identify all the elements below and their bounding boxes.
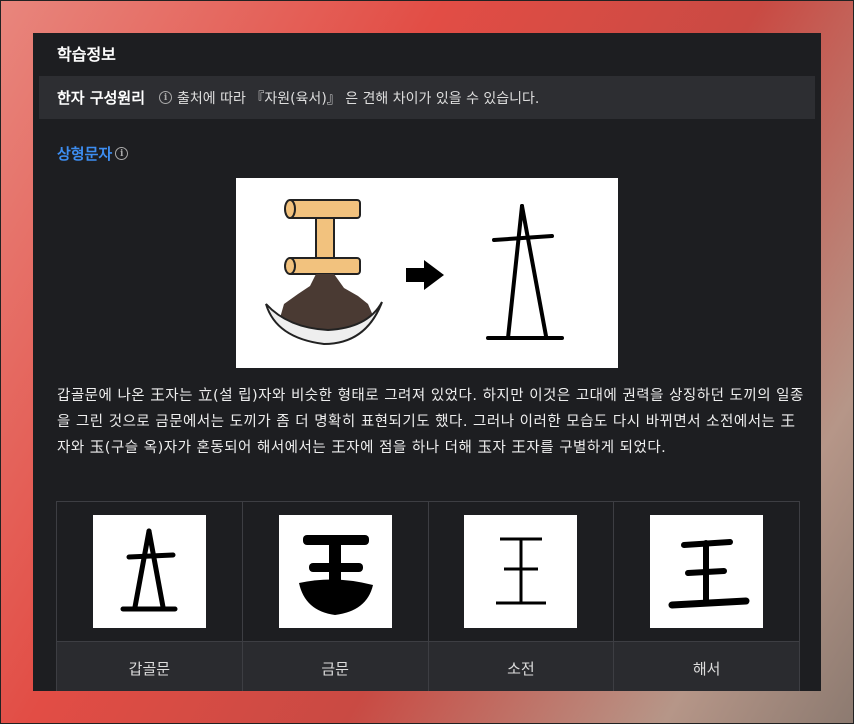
axe-illustration xyxy=(265,199,383,346)
oracle-glyph xyxy=(486,204,564,340)
description-text: 갑골문에 나온 王자는 立(설 립)자와 비슷한 형태로 그려져 있었다. 하지… xyxy=(57,388,804,456)
character-type-label: 상형문자 i xyxy=(57,143,129,164)
script-evolution-table: 갑골문 금문 소전 해서 xyxy=(56,501,800,691)
origin-illustration xyxy=(236,178,618,368)
learning-info-panel: 학습정보 한자 구성원리 i 출처에 따라 『자원(육서)』 은 견해 차이가 … xyxy=(33,33,821,691)
principle-note: 출처에 따라 『자원(육서)』 은 견해 차이가 있을 수 있습니다. xyxy=(177,90,540,107)
arrow-right-icon xyxy=(406,260,444,290)
script-cell-regular: 해서 xyxy=(614,502,799,691)
script-cell-oracle: 갑골문 xyxy=(57,502,243,691)
script-label: 소전 xyxy=(428,642,614,691)
seal-glyph-image xyxy=(464,515,578,628)
info-circle-icon[interactable]: i xyxy=(159,91,173,104)
section-title: 학습정보 xyxy=(57,45,116,64)
regular-glyph-image xyxy=(650,515,764,628)
script-cell-seal: 소전 xyxy=(428,502,615,691)
script-label: 해서 xyxy=(614,642,799,691)
bronze-glyph-image xyxy=(278,515,392,628)
character-type: 상형문자 xyxy=(57,145,113,163)
info-circle-icon[interactable]: i xyxy=(115,147,129,160)
oracle-bone-glyph-image xyxy=(92,515,206,628)
script-label: 갑골문 xyxy=(57,642,242,691)
script-label: 금문 xyxy=(242,642,428,691)
principle-heading: 한자 구성원리 xyxy=(57,89,146,107)
script-cell-bronze: 금문 xyxy=(242,502,429,691)
principle-bar: 한자 구성원리 i 출처에 따라 『자원(육서)』 은 견해 차이가 있을 수 … xyxy=(39,76,815,119)
